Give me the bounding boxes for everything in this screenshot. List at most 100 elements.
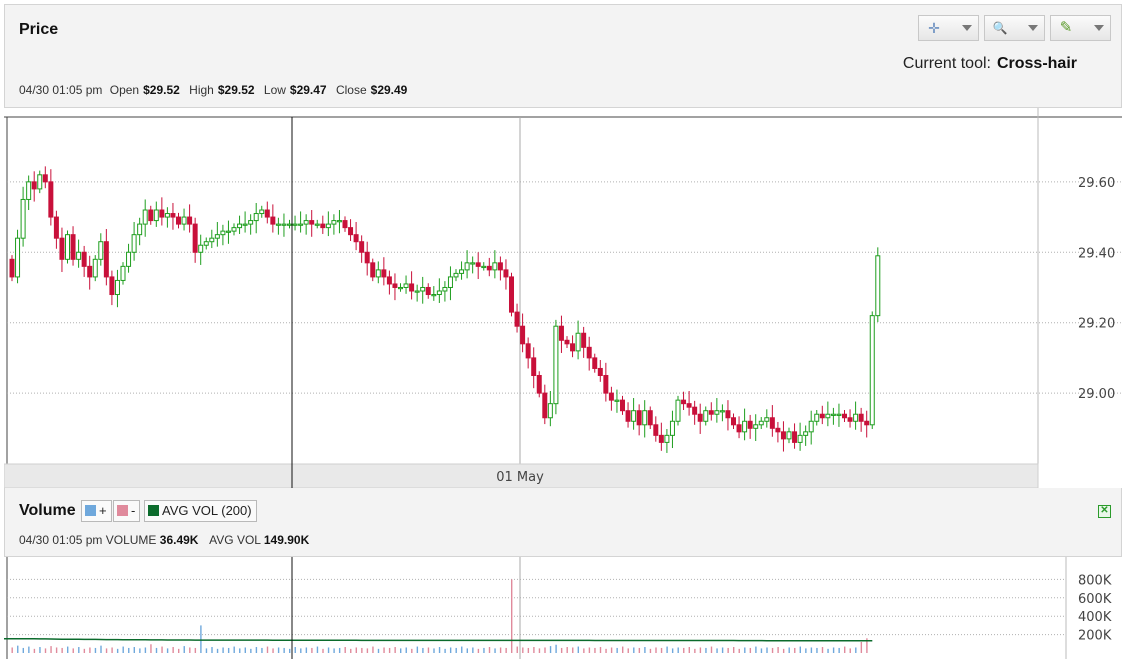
chevron-down-icon[interactable] [962, 25, 972, 31]
volume-datetime: 04/30 01:05 pm [19, 533, 103, 547]
volume-bar [305, 647, 308, 653]
volume-bar [466, 648, 468, 653]
crosshair-icon: ✛ [928, 20, 940, 36]
volume-bar [660, 647, 663, 653]
volume-title: Volume [19, 502, 76, 519]
price-tick-label: 29.00 [1078, 387, 1115, 402]
volume-bar [549, 646, 552, 653]
volume-bar [794, 647, 796, 653]
volume-bar [22, 647, 24, 653]
volume-panel-header: Volume + - AVG VOL (200) ✕ 04/30 01:05 p… [4, 488, 1122, 557]
volume-bar [366, 648, 369, 653]
avg-vol-label: AVG VOL [209, 533, 261, 547]
volume-bar [361, 647, 363, 653]
volume-bar [350, 648, 352, 653]
volume-bar [855, 647, 857, 653]
volume-bar [39, 647, 41, 653]
volume-bar [216, 648, 219, 653]
close-volume-panel-icon[interactable]: ✕ [1098, 505, 1111, 518]
volume-bar [55, 647, 58, 653]
volume-bar [516, 646, 518, 653]
volume-bar [122, 646, 124, 653]
chevron-down-icon[interactable] [1028, 25, 1038, 31]
high-value: $29.52 [217, 83, 255, 97]
price-chart[interactable]: 29.60 29.40 29.20 29.00 01 May [4, 108, 1122, 488]
volume-bar [128, 647, 130, 653]
volume-bar [294, 647, 296, 653]
price-tick-label: 29.60 [1078, 176, 1115, 191]
volume-bar [461, 646, 463, 653]
volume-bar [599, 647, 602, 653]
volume-bar [444, 648, 446, 653]
volume-bar [33, 648, 36, 653]
volume-bar [150, 644, 152, 653]
volume-readout: 04/30 01:05 pm VOLUME 36.49K AVG VOL 149… [19, 533, 317, 547]
avg-vol-toggle[interactable]: AVG VOL (200) [144, 500, 257, 522]
volume-bar [782, 648, 785, 653]
down-volume-swatch [117, 505, 128, 516]
zoom-tool-button[interactable]: 🔍 [984, 15, 1045, 41]
candle-up [869, 311, 875, 430]
chevron-down-icon[interactable] [1094, 25, 1104, 31]
candle-up [15, 229, 21, 284]
volume-bar [505, 647, 507, 653]
volume-up-toggle[interactable]: + [81, 500, 112, 522]
open-value: $29.52 [143, 83, 180, 97]
plus-label: + [99, 503, 107, 518]
volume-bar [50, 646, 52, 653]
volume-bar [560, 647, 563, 653]
volume-bar [616, 647, 618, 653]
price-tick-label: 29.40 [1078, 246, 1115, 261]
volume-bar [577, 646, 579, 653]
volume-bar [671, 648, 674, 653]
volume-bar [788, 647, 790, 653]
candle-up [875, 247, 881, 322]
low-label: Low [263, 83, 286, 97]
volume-bar [266, 646, 269, 653]
crosshair-tool-button[interactable]: ✛ [918, 15, 979, 41]
volume-bar [744, 647, 746, 653]
low-value: $29.47 [289, 83, 327, 97]
volume-bar [499, 647, 502, 653]
volume-bar [67, 646, 69, 653]
volume-bar [277, 647, 280, 653]
volume-bar [311, 647, 313, 653]
candle-down [509, 272, 514, 317]
current-tool-readout: Current tool: Cross-hair [903, 55, 1077, 73]
volume-bar [377, 648, 380, 653]
volume-chart[interactable]: 800K 600K 400K 200K [4, 557, 1122, 659]
volume-bar [555, 644, 557, 653]
volume-bar [766, 647, 768, 653]
open-label: Open [109, 83, 140, 97]
volume-bar [494, 648, 496, 653]
volume-bar [438, 647, 441, 653]
volume-bar [638, 647, 641, 653]
volume-bar [705, 647, 707, 653]
volume-bar [827, 648, 829, 653]
volume-bar [566, 647, 568, 653]
volume-tick-label: 600K [1078, 592, 1112, 607]
time-axis-label: 01 May [496, 470, 544, 485]
volume-bar [472, 647, 474, 653]
volume-bar [449, 647, 452, 653]
volume-bar [838, 647, 840, 653]
volume-bar [411, 648, 413, 653]
price-tick-label: 29.20 [1078, 317, 1115, 332]
volume-bar [710, 646, 713, 653]
volume-down-toggle[interactable]: - [113, 500, 141, 522]
volume-bar [755, 646, 757, 653]
volume-bar [83, 648, 86, 653]
volume-bar [572, 647, 574, 653]
high-label: High [189, 83, 214, 97]
volume-bar [400, 648, 402, 653]
volume-bar [388, 647, 391, 653]
volume-bar [422, 647, 424, 653]
volume-bar [205, 648, 208, 653]
draw-tool-button[interactable]: ✎ [1050, 15, 1111, 41]
close-label: Close [335, 83, 367, 97]
volume-bar [777, 647, 779, 653]
volume-tick-label: 200K [1078, 629, 1112, 644]
volume-bar [799, 646, 801, 653]
volume-bar [738, 648, 740, 653]
volume-bar [605, 648, 607, 653]
